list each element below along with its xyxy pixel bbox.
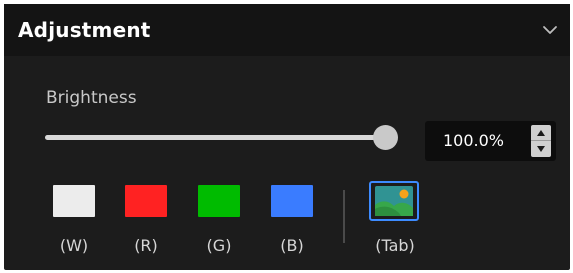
slider-fill	[45, 135, 385, 140]
tab-image-button[interactable]	[369, 181, 419, 221]
vertical-divider	[343, 190, 345, 243]
swatch-label-green: (G)	[206, 236, 232, 255]
panel-header[interactable]: Adjustment	[4, 4, 570, 56]
adjustment-panel: Adjustment Brightness 100.0% (W) (R) (G)…	[4, 4, 570, 270]
swatch-green[interactable]	[198, 185, 240, 217]
increment-button[interactable]	[531, 125, 551, 141]
panel-title: Adjustment	[18, 18, 151, 42]
value-spinner[interactable]	[531, 125, 551, 157]
decrement-button[interactable]	[531, 141, 551, 157]
swatch-white[interactable]	[53, 185, 95, 217]
swatch-blue[interactable]	[271, 185, 313, 217]
tab-button-label: (Tab)	[375, 236, 415, 255]
brightness-value-input[interactable]: 100.0%	[425, 121, 556, 161]
caret-up-icon	[537, 130, 545, 136]
brightness-value-text[interactable]: 100.0%	[443, 131, 504, 150]
caret-down-icon	[537, 146, 545, 152]
swatch-label-red: (R)	[134, 236, 158, 255]
swatch-label-white: (W)	[59, 236, 89, 255]
brightness-label: Brightness	[46, 88, 137, 108]
image-icon	[375, 186, 413, 216]
swatch-label-blue: (B)	[280, 236, 304, 255]
swatch-red[interactable]	[125, 185, 167, 217]
slider-thumb[interactable]	[373, 125, 398, 150]
chevron-down-icon[interactable]	[542, 24, 558, 36]
brightness-slider[interactable]	[45, 122, 398, 152]
slider-track[interactable]	[45, 135, 385, 140]
